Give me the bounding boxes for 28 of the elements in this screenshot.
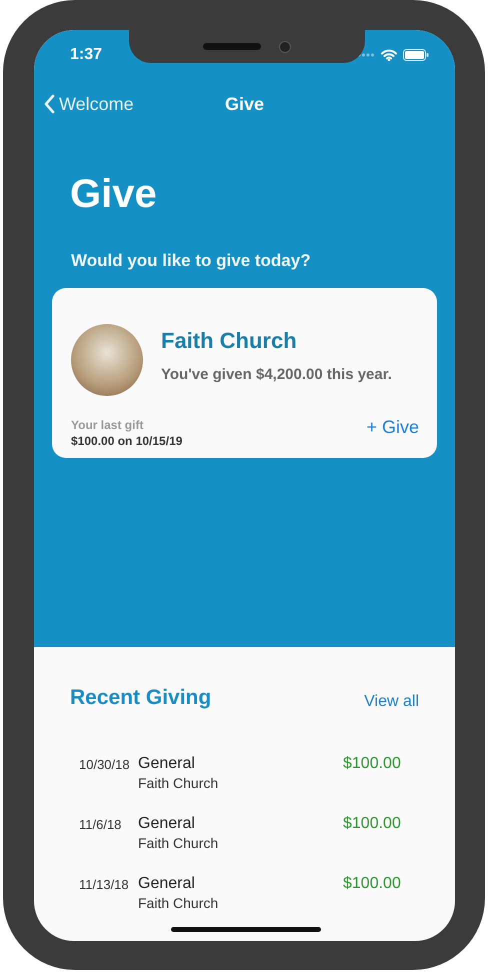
gift-amount: $100.00 bbox=[343, 815, 401, 833]
section-title: Recent Giving bbox=[70, 686, 212, 710]
giving-summary: You've given $4,200.00 this year. bbox=[161, 366, 392, 383]
wifi-icon bbox=[381, 49, 397, 61]
nav-title: Give bbox=[224, 94, 264, 114]
fund-name: General bbox=[138, 755, 196, 773]
back-button[interactable]: Welcome bbox=[34, 92, 140, 116]
fund-name: General bbox=[138, 815, 196, 833]
prompt-text: Would you like to give today? bbox=[71, 251, 312, 271]
view-all-link[interactable]: View all bbox=[364, 693, 419, 711]
gift-date: 11/13/18 bbox=[79, 876, 130, 892]
battery-icon bbox=[403, 49, 429, 61]
last-gift-label: Your last gift bbox=[71, 418, 144, 432]
church-name: Faith Church bbox=[138, 775, 220, 791]
fund-name: General bbox=[138, 875, 196, 893]
chevron-left-icon bbox=[44, 94, 55, 114]
gift-amount: $100.00 bbox=[343, 755, 401, 773]
status-time: 1:37 bbox=[70, 46, 102, 64]
give-button[interactable]: + Give bbox=[366, 417, 419, 448]
signal-icon bbox=[357, 53, 375, 57]
church-name: Faith Church bbox=[161, 328, 298, 354]
church-name: Faith Church bbox=[138, 895, 220, 911]
gift-date: 11/6/18 bbox=[79, 816, 122, 832]
page-title: Give bbox=[70, 172, 158, 217]
last-gift-value: $100.00 on 10/15/19 bbox=[71, 434, 182, 448]
church-name: Faith Church bbox=[138, 835, 220, 851]
gift-amount: $100.00 bbox=[343, 875, 401, 893]
gift-date: 10/30/18 bbox=[79, 756, 131, 772]
